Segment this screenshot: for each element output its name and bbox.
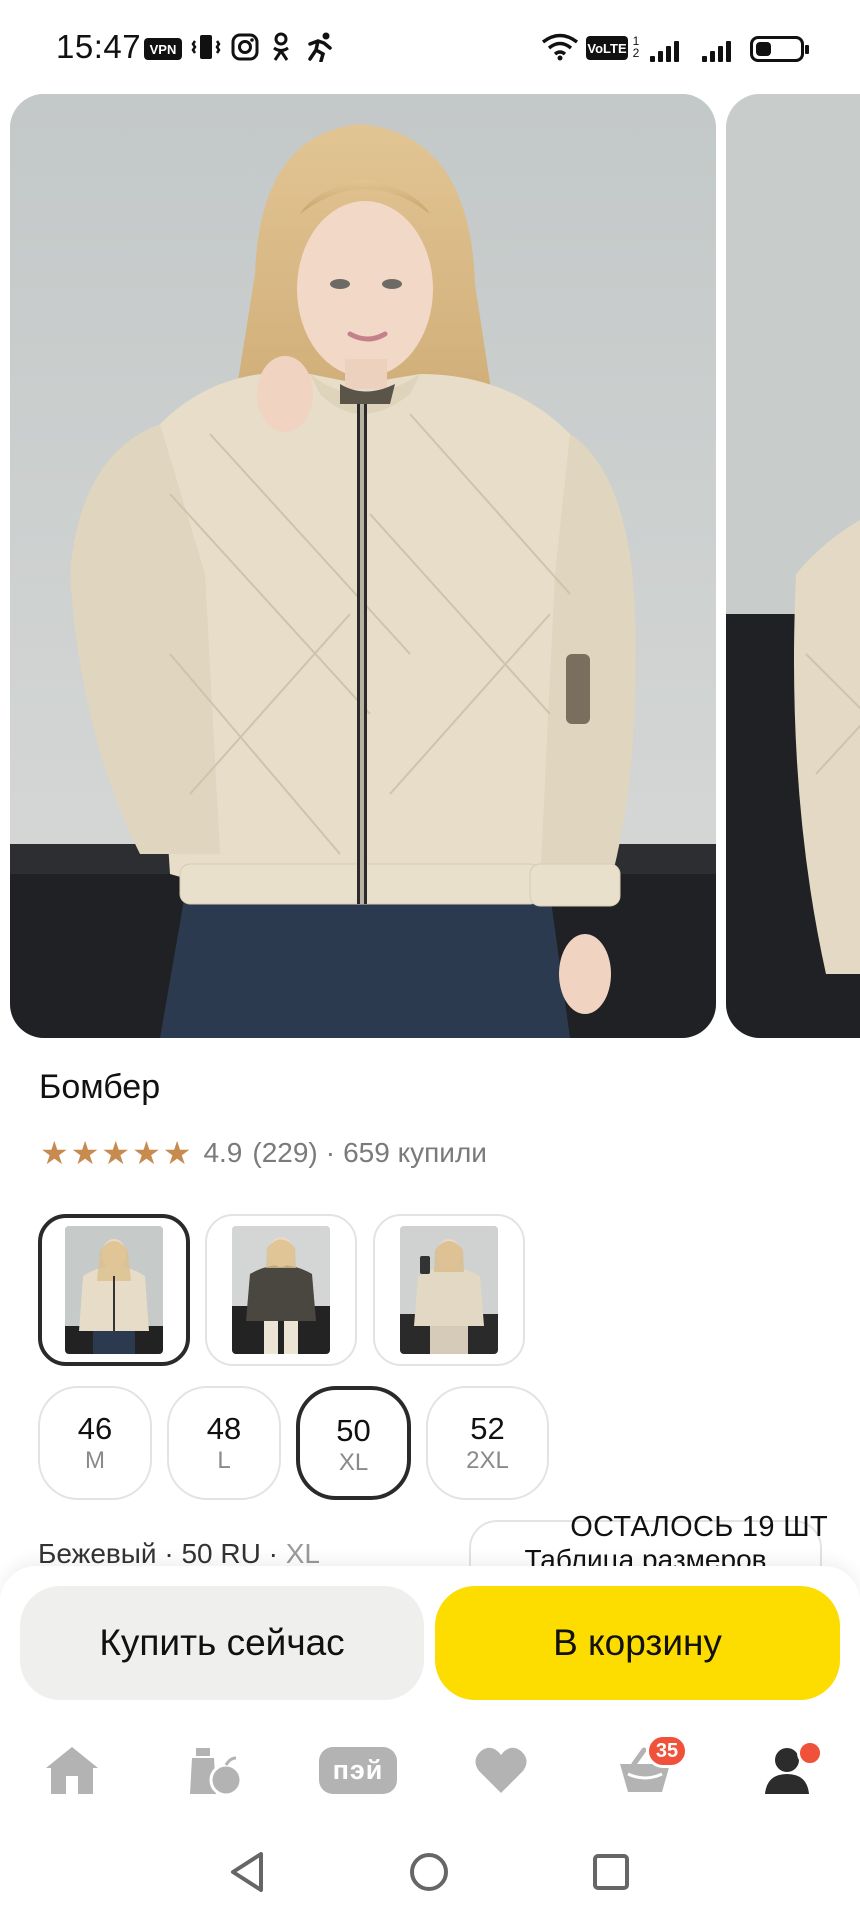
tab-catalog[interactable] (160, 1720, 270, 1820)
size-ru-label: 50 (336, 1413, 371, 1448)
stock-left-label: ОСТАЛОСЬ 19 ШТ (570, 1511, 828, 1543)
tab-profile[interactable] (733, 1720, 843, 1820)
star-icon: ★ (101, 1135, 131, 1171)
product-gallery[interactable] (0, 94, 860, 1038)
star-icon: ★ (162, 1135, 192, 1171)
recent-apps-button[interactable] (581, 1842, 641, 1902)
sim-2-label: 2 (632, 46, 640, 60)
catalog-icon (190, 1748, 243, 1796)
sim-slots: 1 2 (630, 32, 642, 62)
product-screen: 15:47 VPN VoLTE 1 2 Бомбер ★ ★ ★ ★ ★ 4.9… (0, 0, 860, 1920)
tab-pay[interactable]: пэй (303, 1720, 413, 1820)
battery-icon (750, 36, 809, 62)
selected-color: Бежевый (38, 1538, 157, 1569)
recent-apps-icon (593, 1854, 629, 1890)
size-intl-label: L (217, 1447, 231, 1474)
jacket-photo-side-illustration (726, 94, 860, 1038)
bought-count: 659 купили (343, 1137, 487, 1168)
jacket-photo-illustration (10, 94, 716, 1038)
bottom-tab-bar: пэй 35 (0, 1720, 860, 1820)
home-button[interactable] (399, 1842, 459, 1902)
selected-size-ru: 50 RU (181, 1538, 261, 1569)
pay-icon: пэй (318, 1746, 398, 1794)
tab-cart[interactable]: 35 (590, 1720, 700, 1820)
profile-notification-dot (797, 1740, 823, 1766)
cart-count-badge: 35 (646, 1734, 688, 1768)
product-title: Бомбер (39, 1068, 161, 1106)
color-thumb-image (232, 1226, 330, 1354)
rating-value: 4.9 (203, 1137, 243, 1168)
size-ru-label: 46 (77, 1411, 113, 1446)
volte-icon: VoLTE (586, 36, 628, 60)
buy-now-button[interactable]: Купить сейчас (20, 1586, 424, 1700)
back-button[interactable] (217, 1842, 277, 1902)
star-icon: ★ (40, 1135, 69, 1171)
size-option-46[interactable]: 46 M (38, 1386, 152, 1500)
size-intl-label: M (85, 1447, 105, 1474)
product-photo-next[interactable] (726, 94, 860, 1038)
size-ru-label: 48 (206, 1411, 242, 1446)
product-photo[interactable] (10, 94, 716, 1038)
summary-dot: · (156, 1538, 182, 1569)
color-option-graphite[interactable] (205, 1214, 357, 1366)
tab-home[interactable] (17, 1720, 127, 1820)
signal-icon (650, 38, 679, 62)
color-option-light-beige[interactable] (373, 1214, 525, 1366)
selected-size-intl: XL (285, 1538, 320, 1569)
reviews-count: (229) (252, 1137, 318, 1168)
star-icon: ★ (132, 1135, 161, 1171)
size-option-50[interactable]: 50 XL (296, 1386, 411, 1500)
favorites-icon (475, 1747, 527, 1793)
size-option-52[interactable]: 52 2XL (426, 1386, 549, 1500)
battery-level (756, 42, 771, 56)
wifi-icon (540, 32, 580, 62)
star-icon: ★ (70, 1135, 100, 1171)
system-navigation (0, 1830, 860, 1920)
ok-icon (268, 32, 294, 62)
instagram-icon (230, 32, 260, 62)
home-icon (46, 1747, 98, 1794)
signal-icon (702, 38, 731, 62)
rating-row[interactable]: ★ ★ ★ ★ ★ 4.9 (229) · 659 купили (40, 1133, 487, 1173)
size-option-48[interactable]: 48 L (167, 1386, 281, 1500)
tab-favorites[interactable] (446, 1720, 556, 1820)
color-thumb-image (400, 1226, 498, 1354)
summary-dot: · (260, 1538, 286, 1569)
vpn-icon: VPN (144, 38, 182, 60)
size-intl-label: 2XL (466, 1447, 509, 1474)
size-ru-label: 52 (470, 1411, 505, 1446)
vibrate-icon (190, 32, 222, 62)
status-time: 15:47 (56, 28, 142, 65)
color-thumb-image (65, 1226, 163, 1354)
activity-icon (302, 32, 338, 62)
rating-stars: ★ ★ ★ ★ ★ (40, 1137, 191, 1169)
rating-separator: · (325, 1137, 336, 1168)
status-bar: 15:47 VPN VoLTE 1 2 (0, 0, 860, 96)
home-circle-icon (410, 1853, 448, 1891)
size-intl-label: XL (338, 1449, 369, 1476)
color-option-beige[interactable] (38, 1214, 190, 1366)
back-icon (231, 1852, 263, 1892)
add-to-cart-button[interactable]: В корзину (435, 1586, 840, 1700)
